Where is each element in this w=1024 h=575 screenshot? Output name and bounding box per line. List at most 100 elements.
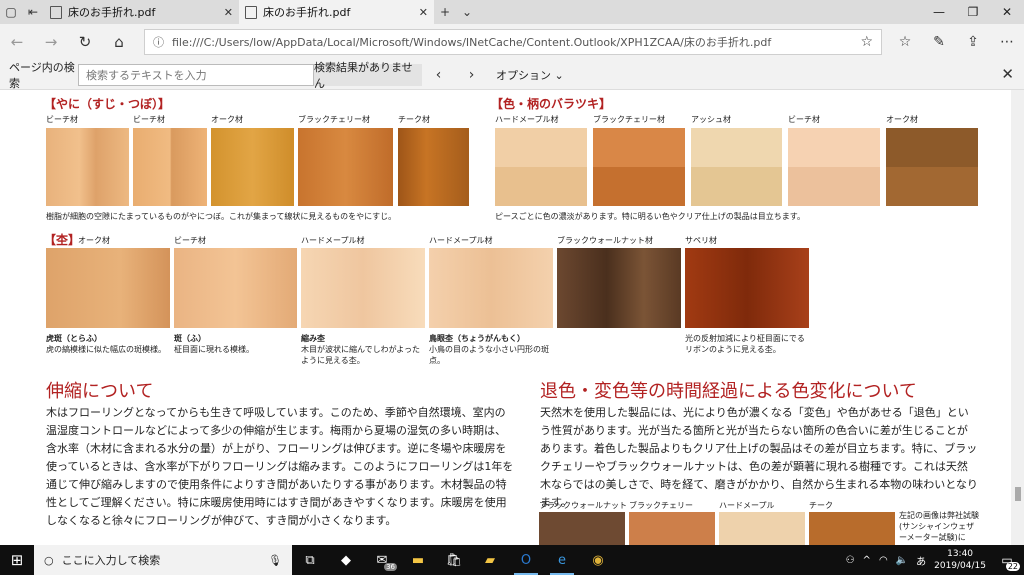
notes-pen-icon[interactable]: ✎ bbox=[922, 34, 956, 50]
ime-icon[interactable]: あ bbox=[916, 553, 926, 568]
minimize-icon[interactable]: — bbox=[922, 0, 956, 24]
paragraph-shrinkage: 木はフローリングとなってからも生きて呼吸しています。このため、季節や自然環境、室… bbox=[46, 406, 514, 527]
section-color-caption: ピースごとに色の濃淡があります。特に明るい色やクリア仕上げの製品は目立ちます。 bbox=[495, 212, 805, 221]
find-bar: ページ内の検索 検索するテキストを入力 検索結果がありません ‹ › オプション… bbox=[0, 60, 1024, 90]
section-yani-title: 【やに（すじ・つぼ）】 bbox=[44, 97, 171, 111]
favorites-icon[interactable]: ☆ bbox=[888, 34, 922, 50]
wood-swatch bbox=[174, 248, 297, 328]
find-next-icon[interactable]: › bbox=[455, 67, 488, 83]
find-options-label: オプション bbox=[496, 68, 551, 82]
scrollbar-thumb[interactable] bbox=[1015, 487, 1021, 501]
swatch-label: ハードメープル材 bbox=[495, 115, 559, 124]
url-field[interactable]: ⓘ file:///C:/Users/low/AppData/Local/Mic… bbox=[144, 29, 882, 55]
swatch-label: オーク材 bbox=[78, 236, 110, 245]
swatch-label: ビーチ材 bbox=[46, 115, 78, 124]
refresh-icon[interactable]: ↻ bbox=[68, 33, 102, 51]
close-tab-icon[interactable]: ✕ bbox=[224, 6, 233, 19]
tab-pdf-1[interactable]: 床のお手折れ.pdf ✕ bbox=[44, 0, 239, 24]
file-explorer-icon[interactable]: ▬ bbox=[400, 545, 436, 575]
tab-actions-icon[interactable]: ▢ bbox=[0, 0, 22, 24]
find-options-button[interactable]: オプション ⌄ bbox=[488, 67, 564, 83]
windows-start-icon[interactable]: ⊞ bbox=[0, 545, 34, 575]
wood-swatch bbox=[719, 512, 805, 545]
find-label: ページ内の検索 bbox=[9, 60, 75, 90]
paragraph-color-change: 天然木を使用した製品には、光により色が濃くなる「変色」や色があせる「退色」という… bbox=[540, 406, 978, 509]
moku-note: 虎斑（とらふ） 虎の縞模様に似た幅広の斑模様。 bbox=[46, 334, 166, 354]
find-status: 検索結果がありません bbox=[314, 61, 422, 90]
swatch-label: ビーチ材 bbox=[174, 236, 206, 245]
find-close-icon[interactable]: ✕ bbox=[1001, 65, 1014, 83]
clock[interactable]: 13:40 2019/04/15 bbox=[934, 548, 986, 572]
moku-note: 光の反射加減により柾目面にでるリボンのように見える杢。 bbox=[685, 334, 805, 354]
tab-bar: ▢ ⇤ 床のお手折れ.pdf ✕ 床のお手折れ.pdf ✕ + ⌄ — ❐ ✕ bbox=[0, 0, 1024, 24]
heading-shrinkage: 伸縮について bbox=[46, 381, 154, 402]
share-icon[interactable]: ⇪ bbox=[956, 34, 990, 50]
pdf-page: 【やに（すじ・つぼ）】 ビーチ材 ビーチ材 オーク材 ブラックチェリー材 チーク… bbox=[0, 90, 1024, 545]
taskbar: ⊞ ○ ここに入力して検索 🎙 ⧉ ◆ ✉ 36 ▬ 🛍 ▰ O e ◉ ⚇ ^ … bbox=[0, 545, 1024, 575]
edge-icon[interactable]: e bbox=[544, 545, 580, 575]
swatch-label: ビーチ材 bbox=[133, 115, 165, 124]
url-text: file:///C:/Users/low/AppData/Local/Micro… bbox=[172, 36, 772, 49]
wood-swatch bbox=[886, 128, 978, 206]
more-icon[interactable]: ⋯ bbox=[990, 34, 1024, 50]
pdf-icon bbox=[245, 5, 257, 19]
moku-note: 斑（ふ） 柾目面に現れる模様。 bbox=[174, 334, 254, 354]
people-icon[interactable]: ⚇ bbox=[846, 555, 855, 566]
show-hidden-icon[interactable]: ^ bbox=[863, 555, 871, 566]
notification-count: 22 bbox=[1005, 562, 1020, 571]
tab-label: 床のお手折れ.pdf bbox=[68, 6, 156, 19]
moku-note: 縮み杢 木目が波状に縮んでしわがよったように見える杢。 bbox=[301, 334, 420, 365]
info-icon: ⓘ bbox=[153, 36, 164, 49]
microphone-icon[interactable]: 🎙 bbox=[268, 554, 282, 567]
volume-icon[interactable]: 🔈 bbox=[896, 555, 908, 566]
wood-swatch bbox=[46, 248, 170, 328]
swatch-label: ブラックウォールナット bbox=[539, 501, 627, 510]
find-input[interactable]: 検索するテキストを入力 bbox=[78, 63, 314, 86]
notification-center-icon[interactable]: ▭ 22 bbox=[994, 549, 1020, 571]
swatch-label: オーク材 bbox=[886, 115, 918, 124]
mail-icon[interactable]: ✉ 36 bbox=[364, 545, 400, 575]
close-tab-icon[interactable]: ✕ bbox=[419, 6, 428, 19]
wood-swatch bbox=[539, 512, 625, 545]
swatch-label: ブラックチェリー材 bbox=[298, 115, 370, 124]
network-icon[interactable]: ◠ bbox=[879, 555, 888, 566]
swatch-label: ブラックウォールナット材 bbox=[557, 236, 653, 245]
swatch-label: サペリ材 bbox=[685, 236, 717, 245]
home-icon[interactable]: ⌂ bbox=[102, 33, 136, 51]
forward-icon[interactable]: → bbox=[34, 33, 68, 51]
moku-note: 鳥眼杢（ちょうがんもく） 小鳥の目のような小さい円形の斑点。 bbox=[429, 334, 549, 365]
folder-icon[interactable]: ▰ bbox=[472, 545, 508, 575]
app-icon[interactable]: ◆ bbox=[328, 545, 364, 575]
chrome-icon[interactable]: ◉ bbox=[580, 545, 616, 575]
wood-swatch bbox=[298, 128, 393, 206]
set-aside-tabs-icon[interactable]: ⇤ bbox=[22, 0, 44, 24]
wood-swatch bbox=[211, 128, 294, 206]
wood-swatch bbox=[788, 128, 880, 206]
search-icon: ○ bbox=[44, 553, 54, 567]
wood-swatch bbox=[133, 128, 207, 206]
favorite-star-icon[interactable]: ☆ bbox=[860, 34, 873, 50]
section-moku-title: 【杢】 bbox=[44, 233, 81, 247]
tab-label: 床のお手折れ.pdf bbox=[263, 6, 351, 19]
new-tab-icon[interactable]: + bbox=[434, 0, 456, 24]
bottom-note: 左記の画像は弊社試験(サンシャインウェザーメーター試験)に bbox=[899, 511, 979, 542]
pdf-icon bbox=[50, 5, 62, 19]
vertical-scrollbar[interactable] bbox=[1011, 90, 1024, 545]
wood-swatch bbox=[593, 128, 685, 206]
restore-icon[interactable]: ❐ bbox=[956, 0, 990, 24]
mail-badge: 36 bbox=[384, 563, 397, 571]
taskbar-search[interactable]: ○ ここに入力して検索 🎙 bbox=[34, 545, 292, 575]
close-window-icon[interactable]: ✕ bbox=[990, 0, 1024, 24]
outlook-icon[interactable]: O bbox=[508, 545, 544, 575]
find-prev-icon[interactable]: ‹ bbox=[422, 67, 455, 83]
back-icon[interactable]: ← bbox=[0, 33, 34, 51]
wood-swatch bbox=[685, 248, 809, 328]
store-icon[interactable]: 🛍 bbox=[436, 545, 472, 575]
swatch-label: ブラックチェリー材 bbox=[593, 115, 665, 124]
task-view-icon[interactable]: ⧉ bbox=[292, 545, 328, 575]
tab-preview-chevron-icon[interactable]: ⌄ bbox=[456, 0, 478, 24]
wood-swatch bbox=[629, 512, 715, 545]
system-tray: ⚇ ^ ◠ 🔈 あ 13:40 2019/04/15 ▭ 22 bbox=[846, 548, 1024, 572]
tab-pdf-2[interactable]: 床のお手折れ.pdf ✕ bbox=[239, 0, 434, 24]
swatch-label: チーク材 bbox=[398, 115, 430, 124]
